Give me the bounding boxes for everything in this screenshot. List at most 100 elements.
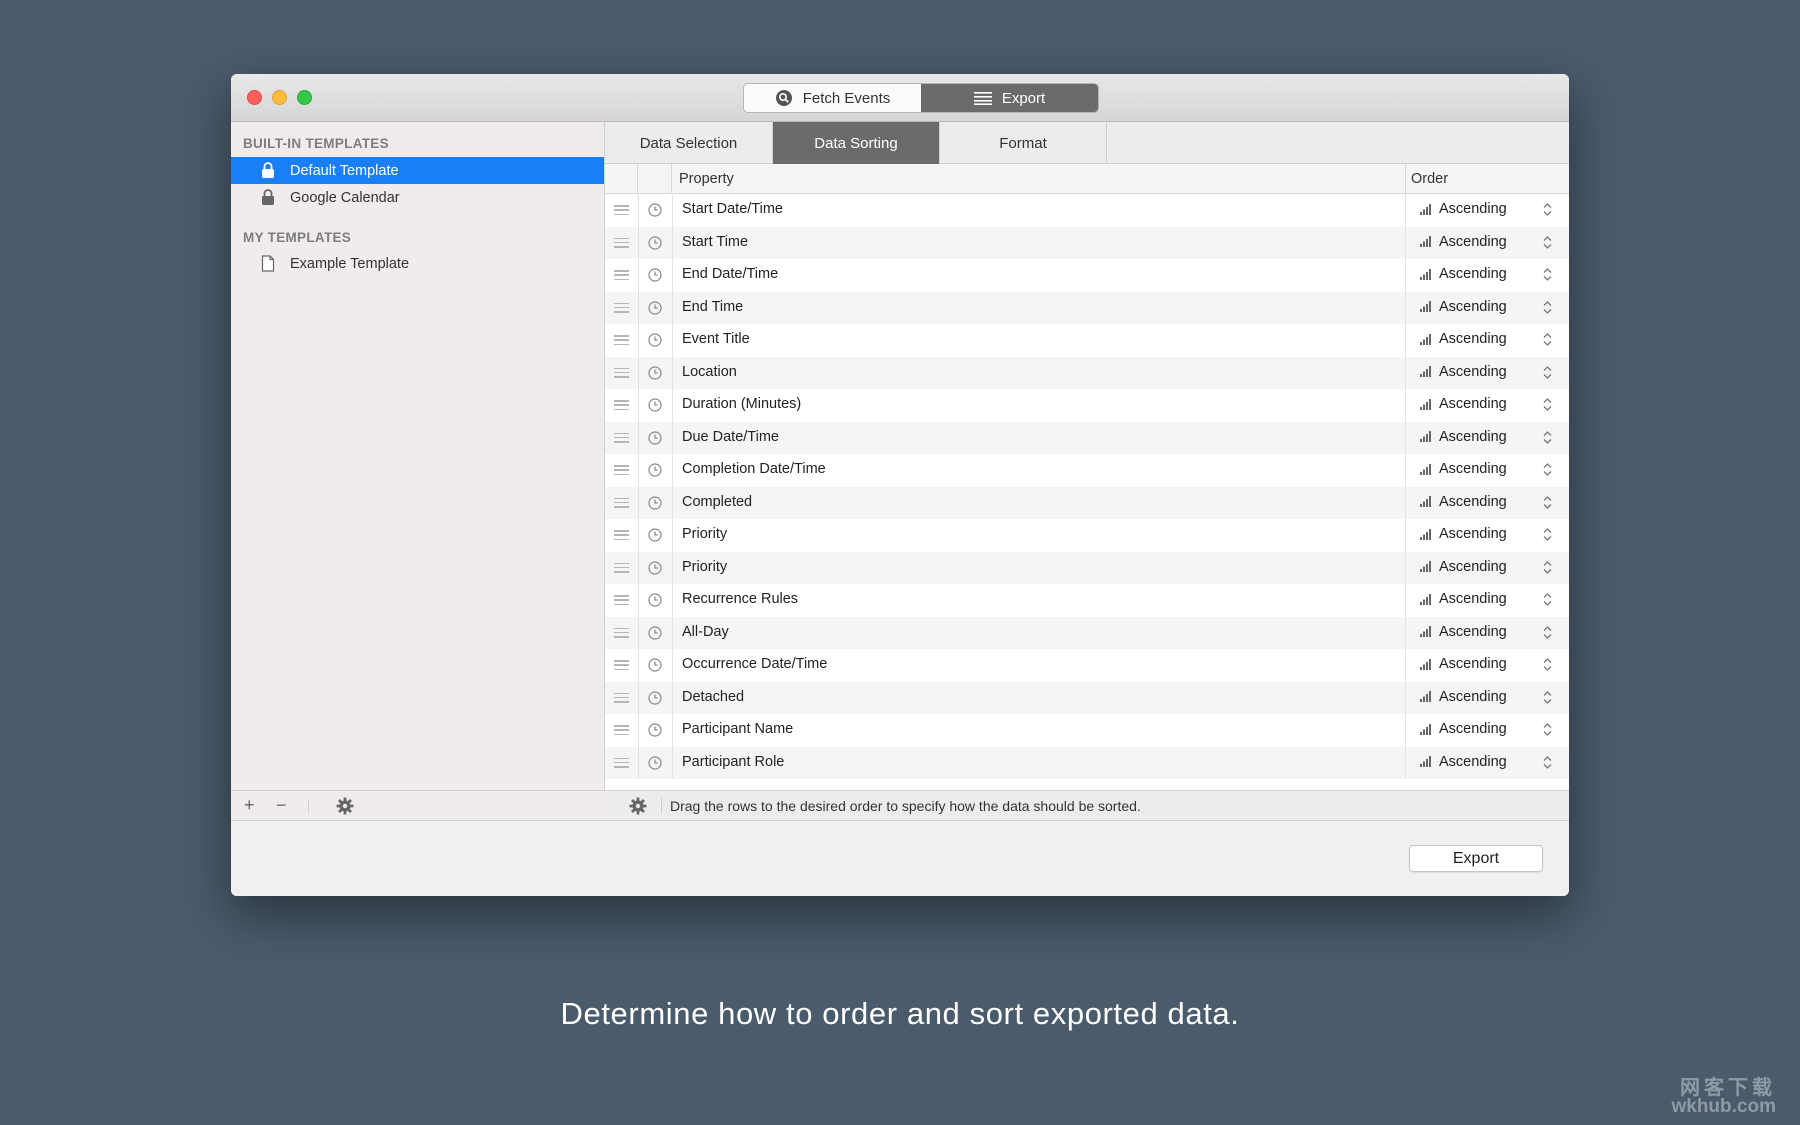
table-row[interactable]: Recurrence Rules Ascending: [605, 584, 1569, 617]
chevron-updown-icon[interactable]: [1543, 592, 1552, 607]
zoom-window-button[interactable]: [297, 90, 312, 105]
chevron-updown-icon[interactable]: [1543, 495, 1552, 510]
order-popup[interactable]: Ascending: [1420, 591, 1507, 607]
drag-handle-icon[interactable]: [614, 205, 629, 215]
order-popup[interactable]: Ascending: [1420, 526, 1507, 542]
table-row[interactable]: Duration (Minutes) Ascending: [605, 389, 1569, 422]
close-window-button[interactable]: [247, 90, 262, 105]
chevron-updown-icon[interactable]: [1543, 397, 1552, 412]
cell-divider: [1405, 584, 1406, 617]
table-row[interactable]: Due Date/Time Ascending: [605, 421, 1569, 454]
tab-format[interactable]: Format: [940, 122, 1107, 164]
drag-handle-icon[interactable]: [614, 562, 629, 573]
drag-handle-icon[interactable]: [614, 367, 629, 378]
order-popup[interactable]: Ascending: [1420, 689, 1507, 705]
drag-handle-icon[interactable]: [614, 237, 629, 248]
order-popup[interactable]: Ascending: [1420, 624, 1507, 640]
chevron-updown-icon[interactable]: [1543, 365, 1552, 380]
property-column-header[interactable]: Property: [679, 171, 734, 187]
order-popup[interactable]: Ascending: [1420, 234, 1507, 250]
drag-handle-icon[interactable]: [614, 627, 629, 638]
order-column-header[interactable]: Order: [1411, 171, 1448, 187]
table-row[interactable]: Start Date/Time Ascending: [605, 194, 1569, 227]
chevron-updown-icon[interactable]: [1543, 722, 1552, 737]
table-row[interactable]: All-Day Ascending: [605, 616, 1569, 649]
chevron-updown-icon[interactable]: [1543, 332, 1552, 347]
drag-handle-icon[interactable]: [614, 725, 629, 735]
table-row[interactable]: Start Time Ascending: [605, 226, 1569, 259]
drag-handle-icon[interactable]: [614, 432, 629, 443]
order-value: Ascending: [1439, 591, 1507, 607]
table-row[interactable]: Priority Ascending: [605, 551, 1569, 584]
chevron-updown-icon[interactable]: [1543, 235, 1552, 250]
drag-handle-icon[interactable]: [614, 335, 629, 345]
chevron-updown-icon[interactable]: [1543, 430, 1552, 445]
chevron-updown-icon[interactable]: [1543, 755, 1552, 770]
cell-divider: [1405, 746, 1406, 779]
chevron-updown-icon[interactable]: [1543, 690, 1552, 705]
add-template-button[interactable]: +: [244, 795, 255, 816]
export-button[interactable]: Export: [1409, 845, 1543, 872]
export-mode-button[interactable]: Export: [921, 84, 1098, 112]
property-name: End Time: [682, 298, 744, 315]
chevron-updown-icon[interactable]: [1543, 560, 1552, 575]
order-popup[interactable]: Ascending: [1420, 201, 1507, 217]
clock-icon: [648, 625, 662, 640]
minimize-window-button[interactable]: [272, 90, 287, 105]
cell-divider: [638, 259, 639, 292]
table-row[interactable]: Location Ascending: [605, 356, 1569, 389]
order-popup[interactable]: Ascending: [1420, 331, 1507, 347]
cell-divider: [638, 746, 639, 779]
drag-handle-icon[interactable]: [614, 400, 629, 410]
order-popup[interactable]: Ascending: [1420, 494, 1507, 510]
chevron-updown-icon[interactable]: [1543, 625, 1552, 640]
order-popup[interactable]: Ascending: [1420, 656, 1507, 672]
table-row[interactable]: Participant Name Ascending: [605, 714, 1569, 747]
drag-handle-icon[interactable]: [614, 530, 629, 540]
remove-template-button[interactable]: −: [276, 795, 287, 816]
order-popup[interactable]: Ascending: [1420, 266, 1507, 282]
cell-divider: [1405, 649, 1406, 682]
table-row[interactable]: Detached Ascending: [605, 681, 1569, 714]
chevron-updown-icon[interactable]: [1543, 202, 1552, 217]
drag-handle-icon[interactable]: [614, 465, 629, 475]
chevron-updown-icon[interactable]: [1543, 527, 1552, 542]
chevron-updown-icon[interactable]: [1543, 657, 1552, 672]
tab-data-selection[interactable]: Data Selection: [605, 122, 773, 164]
drag-handle-icon[interactable]: [614, 497, 629, 508]
table-row[interactable]: Occurrence Date/Time Ascending: [605, 649, 1569, 682]
sidebar-item-example-template[interactable]: Example Template: [231, 250, 604, 277]
gear-icon[interactable]: [336, 797, 354, 815]
table-row[interactable]: End Time Ascending: [605, 291, 1569, 324]
table-row[interactable]: Event Title Ascending: [605, 324, 1569, 357]
order-popup[interactable]: Ascending: [1420, 559, 1507, 575]
property-name: Due Date/Time: [682, 428, 779, 445]
drag-handle-icon[interactable]: [614, 302, 629, 313]
drag-handle-icon[interactable]: [614, 270, 629, 280]
order-popup[interactable]: Ascending: [1420, 396, 1507, 412]
drag-handle-icon[interactable]: [614, 595, 629, 605]
order-popup[interactable]: Ascending: [1420, 429, 1507, 445]
chevron-updown-icon[interactable]: [1543, 462, 1552, 477]
fetch-events-button[interactable]: Fetch Events: [744, 84, 921, 112]
order-popup[interactable]: Ascending: [1420, 461, 1507, 477]
drag-handle-icon[interactable]: [614, 692, 629, 703]
table-row[interactable]: Completion Date/Time Ascending: [605, 454, 1569, 487]
sidebar-item-google-calendar[interactable]: Google Calendar: [231, 184, 604, 211]
table-row[interactable]: End Date/Time Ascending: [605, 259, 1569, 292]
drag-handle-icon[interactable]: [614, 660, 629, 670]
table-row[interactable]: Participant Role Ascending: [605, 746, 1569, 779]
chevron-updown-icon[interactable]: [1543, 300, 1552, 315]
property-name: Start Time: [682, 233, 749, 250]
order-popup[interactable]: Ascending: [1420, 721, 1507, 737]
tab-data-sorting[interactable]: Data Sorting: [773, 122, 940, 164]
order-popup[interactable]: Ascending: [1420, 364, 1507, 380]
sidebar-item-default-template[interactable]: Default Template: [231, 157, 604, 184]
drag-handle-icon[interactable]: [614, 757, 629, 768]
table-row[interactable]: Priority Ascending: [605, 519, 1569, 552]
chevron-updown-icon[interactable]: [1543, 267, 1552, 282]
gear-icon[interactable]: [629, 797, 647, 815]
order-popup[interactable]: Ascending: [1420, 299, 1507, 315]
order-popup[interactable]: Ascending: [1420, 754, 1507, 770]
table-row[interactable]: Completed Ascending: [605, 486, 1569, 519]
